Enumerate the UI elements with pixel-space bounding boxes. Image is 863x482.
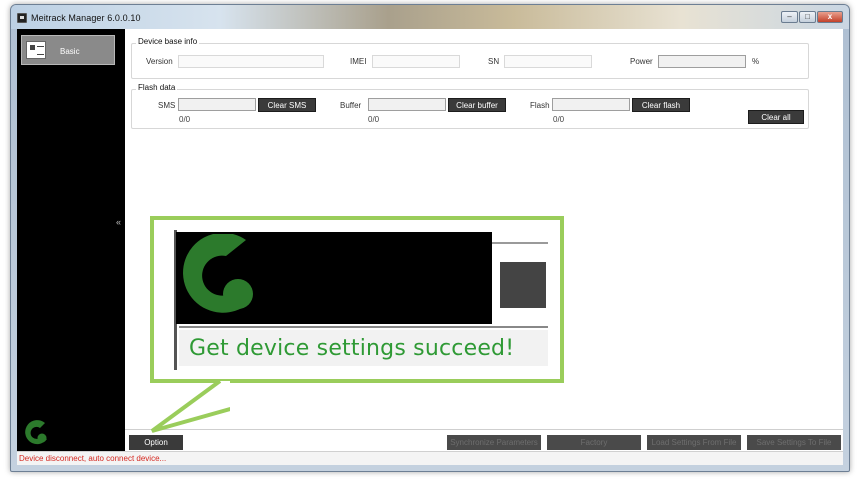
status-bar: Device disconnect, auto connect device..… xyxy=(17,451,843,465)
clear-sms-button[interactable]: Clear SMS xyxy=(258,98,316,112)
sms-count: 0/0 xyxy=(179,115,191,124)
clear-all-button[interactable]: Clear all xyxy=(748,110,804,124)
zoom-callout: Get device settings succeed! xyxy=(150,216,564,383)
clear-buffer-button[interactable]: Clear buffer xyxy=(448,98,506,112)
minimize-button[interactable]: – xyxy=(781,11,798,23)
sms-progress xyxy=(178,98,256,111)
sn-field[interactable] xyxy=(504,55,592,68)
save-settings-button[interactable]: Save Settings To File xyxy=(747,435,841,450)
sidebar-item-basic[interactable]: Basic xyxy=(21,35,115,65)
factory-button[interactable]: Factory xyxy=(547,435,641,450)
maximize-button[interactable]: □ xyxy=(799,11,816,23)
collapse-sidebar-icon[interactable]: « xyxy=(116,217,121,227)
group-title: Flash data xyxy=(136,83,178,92)
bottom-button-bar: Option Synchronize Parameters Factory Lo… xyxy=(125,429,843,451)
meitrack-logo-icon xyxy=(25,420,47,445)
sn-label: SN xyxy=(488,57,500,66)
load-settings-button[interactable]: Load Settings From File xyxy=(647,435,741,450)
meitrack-logo-icon xyxy=(183,234,253,313)
imei-field[interactable] xyxy=(372,55,460,68)
imei-label: IMEI xyxy=(350,57,367,66)
buffer-label: Buffer xyxy=(340,101,362,110)
status-message: Device disconnect, auto connect device..… xyxy=(19,454,167,463)
buffer-progress xyxy=(368,98,446,111)
sms-label: SMS xyxy=(158,101,176,110)
title-bar[interactable]: Meitrack Manager 6.0.0.10 – □ x xyxy=(11,5,849,29)
clear-flash-button[interactable]: Clear flash xyxy=(632,98,690,112)
flash-data-group: Flash data SMS Clear SMS 0/0 Buffer Clea… xyxy=(131,83,809,129)
flash-count: 0/0 xyxy=(553,115,565,124)
window-title: Meitrack Manager 6.0.0.10 xyxy=(31,13,141,23)
success-message: Get device settings succeed! xyxy=(189,336,515,361)
power-unit: % xyxy=(752,57,760,66)
callout-tail xyxy=(150,379,230,433)
window-controls: – □ x xyxy=(781,11,843,23)
group-title: Device base info xyxy=(136,37,200,46)
zoom-divider xyxy=(179,326,548,328)
version-label: Version xyxy=(146,57,173,66)
app-icon xyxy=(17,13,27,23)
close-button[interactable]: x xyxy=(817,11,843,23)
zoom-button-area xyxy=(500,262,546,308)
buffer-count: 0/0 xyxy=(368,115,380,124)
flash-progress xyxy=(552,98,630,111)
zoom-status-bar: Get device settings succeed! xyxy=(179,330,548,366)
sidebar-item-label: Basic xyxy=(60,47,80,56)
power-label: Power xyxy=(630,57,653,66)
version-field[interactable] xyxy=(178,55,324,68)
zoom-divider xyxy=(492,242,548,244)
power-progress xyxy=(658,55,746,68)
flash-label: Flash xyxy=(530,101,550,110)
sync-parameters-button[interactable]: Synchronize Parameters xyxy=(447,435,541,450)
sidebar: Basic « xyxy=(17,29,125,451)
document-icon xyxy=(26,41,46,59)
device-base-info-group: Device base info Version IMEI SN Power % xyxy=(131,37,809,79)
